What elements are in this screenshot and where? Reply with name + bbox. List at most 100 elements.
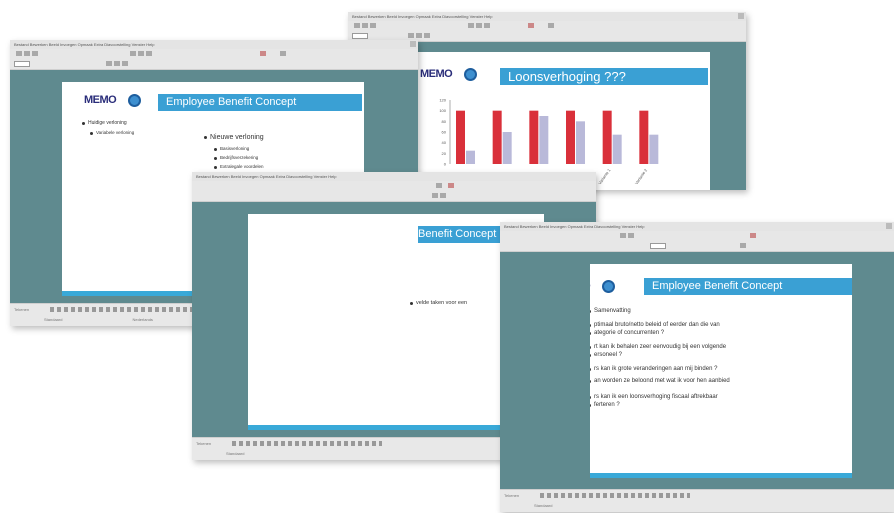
zoom-icon[interactable] [548,23,554,28]
font-select[interactable] [650,243,666,249]
close-icon[interactable] [738,13,744,19]
logo-circle-icon [128,94,141,107]
bar [456,110,465,164]
font-select[interactable] [352,33,368,39]
summary-line: ferteren ? [590,402,620,408]
chart-icon[interactable] [528,23,534,28]
bar [466,150,475,164]
right-bullet: Bedrijfsverzekering [213,155,259,160]
copy-icon[interactable] [138,51,144,56]
save-icon[interactable] [32,51,38,56]
slide-bottom-stripe [590,473,852,478]
bar [539,116,549,164]
copy-icon[interactable] [628,233,634,238]
bar [566,110,575,164]
summary-line: ersoneel ? [590,352,623,358]
summary-line: ategorie of concurrenten ? [590,330,665,336]
slide-title: Employee Benefit Concept [158,94,362,111]
save-icon[interactable] [370,23,376,28]
summary-line: rs kan ik grote veranderingen aan mij bi… [590,366,718,372]
slide-text: velde taken voor een [409,300,468,306]
status-design: Standaard [226,451,245,456]
logo-text: MEMO [420,68,453,80]
bar [639,110,649,164]
y-tick-label: 20 [442,151,447,156]
drawing-toolbar[interactable] [50,307,200,312]
bold-icon[interactable] [106,61,112,66]
status-language: Nederlands [132,317,153,322]
cut-icon[interactable] [436,183,442,188]
summary-line: an worden ze beloond met wat ik voor hen… [590,378,730,384]
right-bullet: Extralegale voordelen [214,164,264,169]
open-icon[interactable] [362,23,368,28]
close-icon[interactable] [886,223,892,229]
logo-text: MEMO [84,94,117,106]
bold-icon[interactable] [432,193,438,198]
italic-icon[interactable] [440,193,446,198]
summary-line: Samenvatting [590,308,631,314]
logo: MEMO [84,92,142,110]
right-heading: Nieuwe verloning [204,134,264,141]
italic-icon[interactable] [114,61,120,66]
copy-icon[interactable] [476,23,482,28]
underline-icon[interactable] [424,33,430,38]
bar [492,110,502,164]
left-bullet: Huidige verloning [82,120,127,126]
font-select[interactable] [14,61,30,67]
status-bar: Tekenen Standaard [500,489,894,512]
format-toolbar[interactable] [10,59,418,70]
drawing-toolbar-label[interactable]: Tekenen [504,493,519,498]
drawing-toolbar[interactable] [540,493,690,498]
paste-icon[interactable] [146,51,152,56]
y-tick-label: 100 [439,108,446,113]
status-design: Standaard [534,503,553,508]
zoom-icon[interactable] [280,51,286,56]
slide-title: Loonsverhoging ??? [500,68,708,85]
y-tick-label: 120 [439,98,446,103]
drawing-toolbar-label[interactable]: Tekenen [14,307,29,312]
bold-icon[interactable] [740,243,746,248]
right-bullet: Basisverloning [213,146,250,151]
bar [529,110,539,164]
x-tick-label: Variante 1 [597,167,612,185]
italic-icon[interactable] [416,33,422,38]
slide-chart[interactable]: MEMO Loonsverhoging ??? 120 100 80 60 40 20 0 V… [410,52,710,190]
paste-icon[interactable] [484,23,490,28]
y-tick-label: 0 [444,162,447,167]
new-icon[interactable] [16,51,22,56]
summary-line: rt kan ik behalen zeer eenvoudig bij een… [590,344,727,350]
slide-title: Employee Benefit Concept [644,278,852,295]
summary-line: ptimaal bruto/netto beleid of eerder dan… [590,322,720,328]
format-toolbar[interactable] [500,241,894,252]
format-toolbar[interactable] [192,191,596,202]
summary-line: rs kan ik een loonsverhoging fiscaal aft… [590,394,718,400]
cut-icon[interactable] [468,23,474,28]
logo: MEMO [420,66,478,84]
left-bullet: Variabele verloning [89,130,135,135]
underline-icon[interactable] [122,61,128,66]
drawing-toolbar-label[interactable]: Tekenen [196,441,211,446]
logo-circle-icon [464,68,477,81]
bar [612,134,622,164]
chart-icon[interactable] [260,51,266,56]
bar [602,110,612,164]
x-tick-label: Variante 2 [634,167,649,185]
bold-icon[interactable] [408,33,414,38]
y-tick-label: 40 [442,140,447,145]
open-icon[interactable] [24,51,30,56]
new-icon[interactable] [354,23,360,28]
chart-icon[interactable] [448,183,454,188]
slide-summary[interactable]: MEMO Employee Benefit Concept Samenvatti… [590,264,852,478]
bar [576,121,585,164]
logo-circle-icon [602,280,615,293]
cut-icon[interactable] [620,233,626,238]
logo: MEMO [590,278,624,296]
status-design: Standaard [44,317,63,322]
close-icon[interactable] [410,41,416,47]
cut-icon[interactable] [130,51,136,56]
bar [502,132,512,164]
chart-icon[interactable] [750,233,756,238]
window-summary: Bestand Bewerken Beeld Invoegen Opmaak E… [500,222,894,512]
drawing-toolbar[interactable] [232,441,382,446]
y-tick-label: 60 [442,130,447,135]
